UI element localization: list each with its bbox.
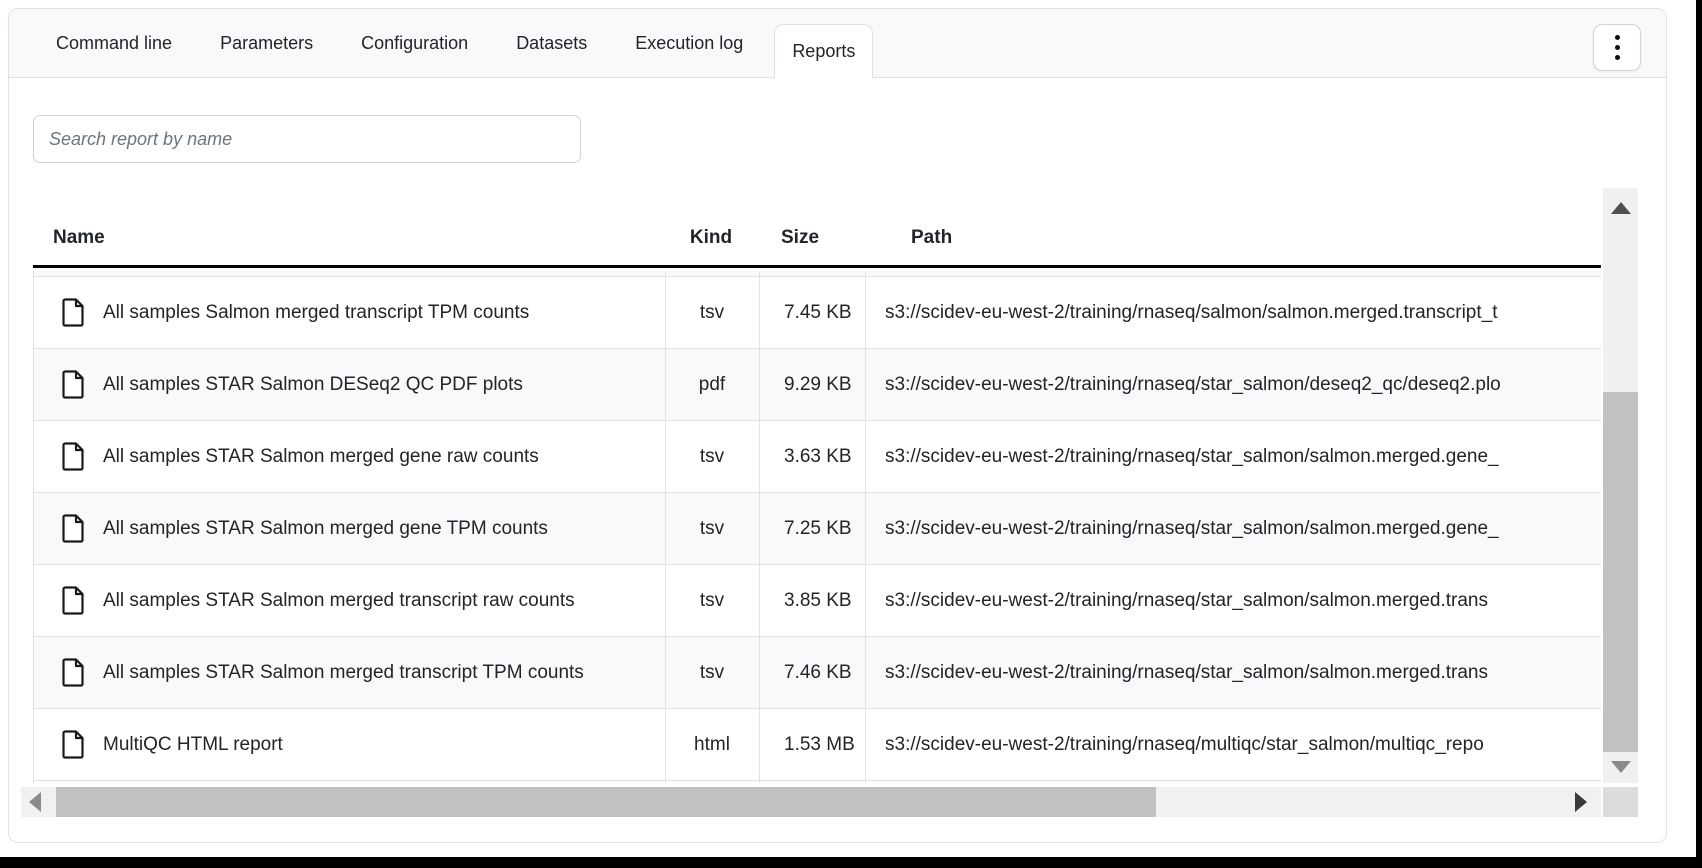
report-name: All samples STAR Salmon merged transcrip…: [103, 662, 584, 684]
report-name-cell: MultiQC HTML report: [34, 730, 665, 759]
vertical-scrollbar-thumb[interactable]: [1603, 392, 1638, 752]
run-details-card: Command line Parameters Configuration Da…: [8, 8, 1667, 843]
file-icon: [62, 730, 85, 759]
horizontal-scrollbar-thumb[interactable]: [56, 787, 1156, 817]
report-name: All samples STAR Salmon merged gene TPM …: [103, 518, 548, 540]
vertical-scrollbar[interactable]: [1603, 188, 1638, 783]
table-row[interactable]: All samples Salmon merged transcript TPM…: [34, 277, 1601, 349]
report-size: 7.25 KB: [759, 518, 865, 540]
scroll-right-arrow-icon[interactable]: [1575, 792, 1587, 812]
table-row[interactable]: All samples STAR Salmon DESeq2 QC PDF pl…: [34, 349, 1601, 421]
tab-strip: Command line Parameters Configuration Da…: [9, 9, 1666, 78]
scroll-left-arrow-icon[interactable]: [29, 792, 41, 812]
report-name-cell: All samples STAR Salmon merged transcrip…: [34, 586, 665, 615]
scroll-up-arrow-icon[interactable]: [1611, 202, 1631, 214]
report-kind: tsv: [665, 662, 759, 684]
file-icon: [62, 586, 85, 615]
report-kind: tsv: [665, 590, 759, 612]
report-path: s3://scidev-eu-west-2/training/rnaseq/mu…: [865, 734, 1601, 756]
tab-datasets[interactable]: Datasets: [499, 9, 604, 77]
report-path: s3://scidev-eu-west-2/training/rnaseq/st…: [865, 374, 1601, 396]
tab-list: Command line Parameters Configuration Da…: [9, 9, 1666, 77]
scroll-down-arrow-icon[interactable]: [1611, 761, 1631, 773]
report-size: 7.46 KB: [759, 662, 865, 684]
report-size: 7.45 KB: [759, 302, 865, 324]
tab-execution-log[interactable]: Execution log: [618, 9, 760, 77]
report-name: All samples STAR Salmon merged transcrip…: [103, 590, 575, 612]
table-row[interactable]: All samples STAR Salmon merged transcrip…: [34, 637, 1601, 709]
report-name-cell: All samples STAR Salmon merged transcrip…: [34, 658, 665, 687]
report-name-cell: All samples STAR Salmon DESeq2 QC PDF pl…: [34, 370, 665, 399]
column-header-kind: Kind: [664, 227, 758, 249]
table-row[interactable]: All samples STAR Salmon merged gene raw …: [34, 421, 1601, 493]
report-name-cell: All samples STAR Salmon merged gene raw …: [34, 442, 665, 471]
vertical-ellipsis-icon: [1615, 45, 1620, 50]
table-body: All samples Salmon merged transcript TPM…: [33, 271, 1601, 783]
report-path: s3://scidev-eu-west-2/training/rnaseq/st…: [865, 518, 1601, 540]
file-icon: [62, 370, 85, 399]
report-path: s3://scidev-eu-west-2/training/rnaseq/sa…: [865, 302, 1601, 324]
report-name-cell: All samples Salmon merged transcript TPM…: [34, 298, 665, 327]
report-size: 1.53 MB: [759, 734, 865, 756]
tab-configuration[interactable]: Configuration: [344, 9, 485, 77]
column-header-path: Path: [864, 227, 1601, 249]
scrollbar-corner: [1603, 787, 1638, 817]
file-icon: [62, 514, 85, 543]
report-kind: tsv: [665, 518, 759, 540]
search-input[interactable]: [33, 115, 581, 163]
column-divider: [865, 271, 866, 783]
vertical-ellipsis-icon: [1615, 35, 1620, 40]
report-kind: html: [665, 734, 759, 756]
tab-parameters[interactable]: Parameters: [203, 9, 330, 77]
horizontal-scrollbar[interactable]: [21, 787, 1601, 817]
report-kind: pdf: [665, 374, 759, 396]
report-name: All samples STAR Salmon DESeq2 QC PDF pl…: [103, 374, 523, 396]
table-row[interactable]: All samples STAR Salmon merged gene TPM …: [34, 493, 1601, 565]
report-kind: tsv: [665, 446, 759, 468]
overflow-menu-button[interactable]: [1593, 24, 1641, 71]
tab-command-line[interactable]: Command line: [39, 9, 189, 77]
report-size: 3.63 KB: [759, 446, 865, 468]
report-name: MultiQC HTML report: [103, 734, 283, 756]
report-path: s3://scidev-eu-west-2/training/rnaseq/st…: [865, 446, 1601, 468]
reports-panel: Name Kind Size Path A: [9, 78, 1666, 843]
table-row[interactable]: All samples STAR Salmon merged transcrip…: [34, 565, 1601, 637]
report-path: s3://scidev-eu-west-2/training/rnaseq/st…: [865, 662, 1601, 684]
file-icon: [62, 658, 85, 687]
column-divider: [759, 271, 760, 783]
tab-reports[interactable]: Reports: [774, 24, 873, 78]
table-header-row: Name Kind Size Path: [33, 210, 1601, 268]
report-name: All samples Salmon merged transcript TPM…: [103, 302, 529, 324]
column-header-size: Size: [758, 227, 864, 249]
app-window: Command line Parameters Configuration Da…: [0, 0, 1696, 857]
report-name: All samples STAR Salmon merged gene raw …: [103, 446, 539, 468]
report-kind: tsv: [665, 302, 759, 324]
vertical-ellipsis-icon: [1615, 55, 1620, 60]
report-size: 9.29 KB: [759, 374, 865, 396]
report-name-cell: All samples STAR Salmon merged gene TPM …: [34, 514, 665, 543]
file-icon: [62, 442, 85, 471]
table-row[interactable]: MultiQC HTML report html 1.53 MB s3://sc…: [34, 709, 1601, 781]
report-size: 3.85 KB: [759, 590, 865, 612]
column-header-name: Name: [33, 227, 664, 249]
report-path: s3://scidev-eu-west-2/training/rnaseq/st…: [865, 590, 1601, 612]
column-divider: [665, 271, 666, 783]
file-icon: [62, 298, 85, 327]
